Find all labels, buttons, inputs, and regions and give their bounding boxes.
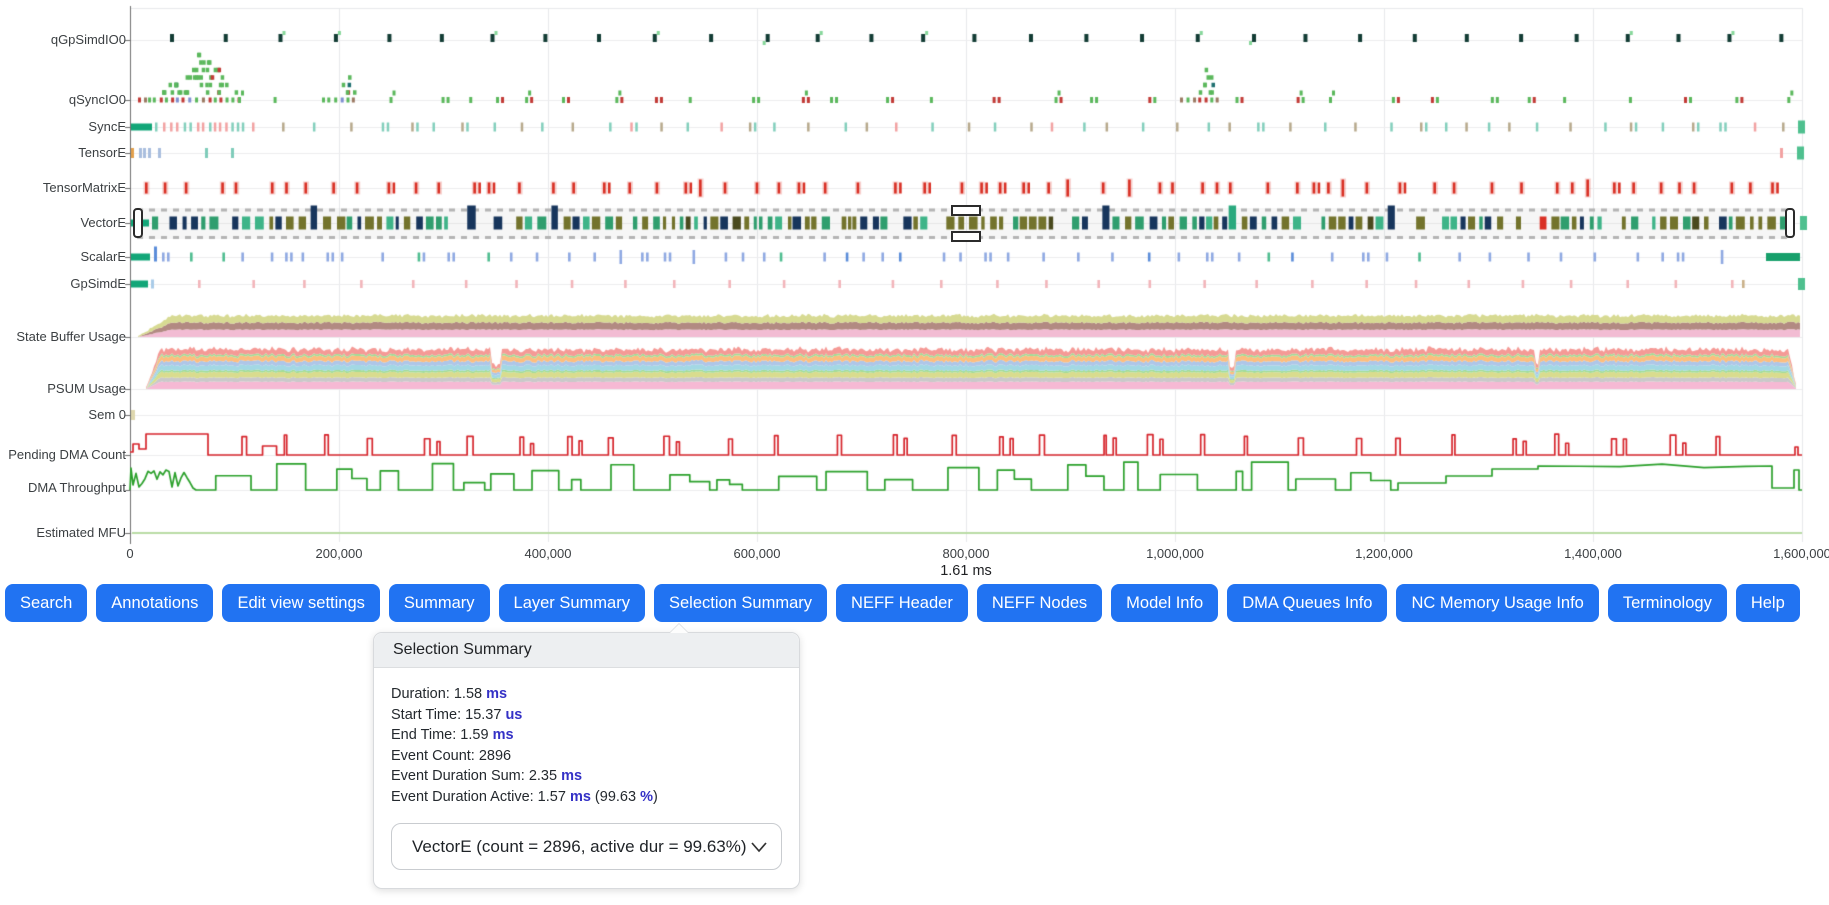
toolbar-button-model-info[interactable]: Model Info bbox=[1111, 584, 1218, 622]
selection-cursor-handle-bottom[interactable] bbox=[951, 231, 981, 242]
x-tick-200-000: 200,000 bbox=[316, 546, 363, 561]
axis-duration-label: 1.61 ms bbox=[940, 563, 992, 579]
row-label-gpsimde: GpSimdE bbox=[0, 276, 126, 291]
toolbar: SearchAnnotationsEdit view settings Summa… bbox=[5, 584, 1800, 622]
toolbar-button-help[interactable]: Help bbox=[1736, 584, 1800, 622]
stat-event-count: Event Count: 2896 bbox=[391, 746, 782, 767]
row-label-synce: SyncE bbox=[0, 119, 126, 134]
row-label-dma-throughput: DMA Throughput bbox=[0, 480, 126, 495]
toolbar-button-neff-nodes[interactable]: NEFF Nodes bbox=[977, 584, 1102, 622]
selection-cursor-handle-top[interactable] bbox=[951, 205, 981, 216]
row-label-scalare: ScalarE bbox=[0, 249, 126, 264]
engine-select[interactable]: VectorE (count = 2896, active dur = 99.6… bbox=[391, 823, 782, 870]
popup-body: Duration: 1.58 msStart Time: 15.37 usEnd… bbox=[374, 668, 799, 888]
toolbar-button-summary[interactable]: Summary bbox=[389, 584, 490, 622]
toolbar-button-layer-summary[interactable]: Layer Summary bbox=[499, 584, 645, 622]
x-tick-800-000: 800,000 bbox=[943, 546, 990, 561]
popup-title: Selection Summary bbox=[374, 633, 799, 668]
x-tick-1-600-000: 1,600,000 bbox=[1773, 546, 1829, 561]
x-tick-0: 0 bbox=[126, 546, 133, 561]
selection-summary-popup: Selection Summary Duration: 1.58 msStart… bbox=[373, 632, 800, 889]
stat-event-duration-active: Event Duration Active: 1.57 ms (99.63 %) bbox=[391, 787, 782, 808]
row-label-state-buffer-usage: State Buffer Usage bbox=[0, 329, 126, 344]
stat-end-time: End Time: 1.59 ms bbox=[391, 725, 782, 746]
engine-select-value: VectorE (count = 2896, active dur = 99.6… bbox=[412, 837, 747, 857]
stat-duration: Duration: 1.58 ms bbox=[391, 684, 782, 705]
timeline-chart: qGpSimdIO0 qSyncIO0 SyncE TensorE TensorMatr… bbox=[0, 0, 1829, 580]
row-label-psum-usage: PSUM Usage bbox=[0, 381, 126, 396]
row-label-tensormatrixe: TensorMatrixE bbox=[0, 180, 126, 195]
toolbar-button-neff-header[interactable]: NEFF Header bbox=[836, 584, 968, 622]
row-label-tensore: TensorE bbox=[0, 145, 126, 160]
selection-left-handle[interactable] bbox=[133, 208, 143, 238]
selection-right-handle[interactable] bbox=[1785, 208, 1795, 238]
toolbar-button-dma-queues-info[interactable]: DMA Queues Info bbox=[1227, 584, 1387, 622]
stat-event-duration-sum: Event Duration Sum: 2.35 ms bbox=[391, 766, 782, 787]
toolbar-button-annotations[interactable]: Annotations bbox=[96, 584, 213, 622]
stat-start-time: Start Time: 15.37 us bbox=[391, 705, 782, 726]
x-tick-1-200-000: 1,200,000 bbox=[1355, 546, 1413, 561]
x-tick-1-400-000: 1,400,000 bbox=[1564, 546, 1622, 561]
row-label-qsyncio0: qSyncIO0 bbox=[0, 92, 126, 107]
toolbar-button-selection-summary[interactable]: Selection Summary bbox=[654, 584, 827, 622]
x-tick-600-000: 600,000 bbox=[734, 546, 781, 561]
row-label-vectore: VectorE bbox=[0, 215, 126, 230]
x-tick-1-000-000: 1,000,000 bbox=[1146, 546, 1204, 561]
profiler-app: qGpSimdIO0 qSyncIO0 SyncE TensorE TensorMatr… bbox=[0, 0, 1829, 905]
row-label-qgpsimdio0: qGpSimdIO0 bbox=[0, 32, 126, 47]
row-label-sem-0: Sem 0 bbox=[0, 407, 126, 422]
toolbar-button-search[interactable]: Search bbox=[5, 584, 87, 622]
chevron-down-icon bbox=[749, 840, 769, 854]
row-label-pending-dma-count: Pending DMA Count bbox=[0, 447, 126, 462]
x-tick-400-000: 400,000 bbox=[525, 546, 572, 561]
row-label-estimated-mfu: Estimated MFU bbox=[0, 525, 126, 540]
popup-caret-icon bbox=[670, 624, 688, 633]
timeline-canvas[interactable] bbox=[0, 0, 1829, 578]
toolbar-button-terminology[interactable]: Terminology bbox=[1608, 584, 1727, 622]
toolbar-button-edit-view-settings[interactable]: Edit view settings bbox=[222, 584, 379, 622]
toolbar-button-nc-memory-usage-info[interactable]: NC Memory Usage Info bbox=[1396, 584, 1598, 622]
